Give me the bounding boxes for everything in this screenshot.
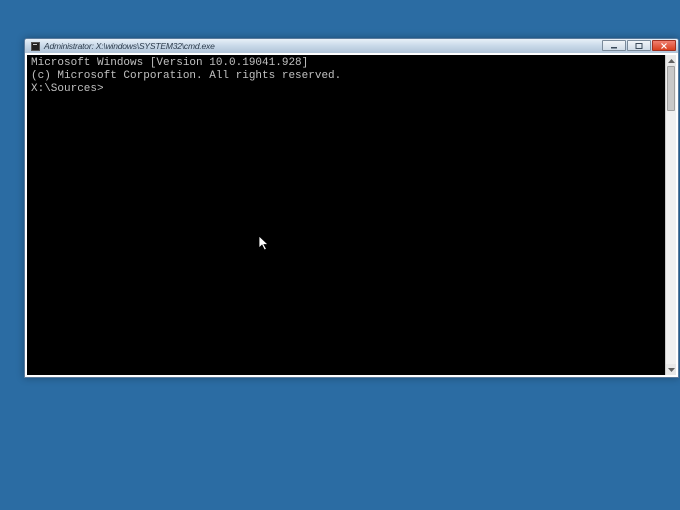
scroll-track[interactable] bbox=[666, 66, 676, 364]
close-button[interactable] bbox=[652, 40, 676, 51]
vertical-scrollbar[interactable] bbox=[665, 55, 676, 375]
cmd-window: Administrator: X:\windows\SYSTEM32\cmd.e… bbox=[24, 38, 679, 378]
version-line: Microsoft Windows [Version 10.0.19041.92… bbox=[31, 57, 661, 70]
content-area: Microsoft Windows [Version 10.0.19041.92… bbox=[25, 53, 678, 377]
maximize-button[interactable] bbox=[627, 40, 651, 51]
titlebar[interactable]: Administrator: X:\windows\SYSTEM32\cmd.e… bbox=[25, 39, 678, 53]
scroll-down-arrow[interactable] bbox=[666, 364, 676, 375]
window-title: Administrator: X:\windows\SYSTEM32\cmd.e… bbox=[44, 41, 215, 51]
window-controls bbox=[602, 40, 676, 51]
minimize-button[interactable] bbox=[602, 40, 626, 51]
prompt: X:\Sources> bbox=[31, 83, 104, 95]
scroll-up-arrow[interactable] bbox=[666, 55, 676, 66]
copyright-line: (c) Microsoft Corporation. All rights re… bbox=[31, 70, 661, 83]
terminal-output[interactable]: Microsoft Windows [Version 10.0.19041.92… bbox=[27, 55, 665, 375]
cmd-icon bbox=[31, 42, 40, 51]
scroll-thumb[interactable] bbox=[667, 66, 675, 111]
